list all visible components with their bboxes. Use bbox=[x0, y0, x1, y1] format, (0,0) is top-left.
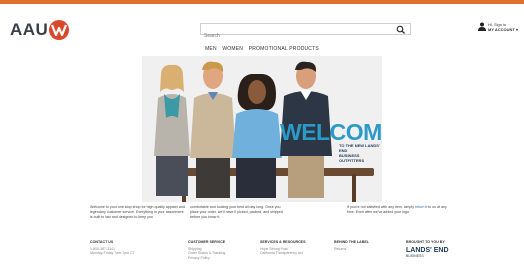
hero-banner[interactable]: WELCOME TO THE NEW LANDS' END BUSINESS O… bbox=[142, 56, 382, 202]
chevron-down-icon: ▾ bbox=[516, 27, 519, 32]
search-icon[interactable] bbox=[396, 25, 406, 34]
footer-heading: CUSTOMER SERVICE bbox=[188, 240, 226, 244]
logo-mark-icon bbox=[49, 20, 70, 40]
footer-customer-service: CUSTOMER SERVICE Shipping Order Status &… bbox=[188, 240, 225, 260]
hours-text: Monday-Friday 7am-7pm CT bbox=[90, 251, 135, 256]
footer-link-privacy[interactable]: Privacy Policy bbox=[188, 256, 225, 261]
account-menu[interactable]: Hi, Sign in MY ACCOUNT ▾ bbox=[478, 22, 518, 32]
footer-brought-by: BROUGHT TO YOU BY LANDS' END BUSINESS bbox=[406, 240, 449, 258]
lands-end-logo[interactable]: LANDS' END bbox=[406, 247, 449, 254]
search-box[interactable] bbox=[200, 23, 411, 41]
accent-top-bar bbox=[0, 0, 524, 4]
nav-item-women[interactable]: WOMEN bbox=[222, 46, 243, 52]
footer-behind-label: BEHIND THE LABEL Returns bbox=[334, 240, 369, 251]
aauw-logo[interactable]: AAU bbox=[10, 20, 70, 40]
bench-leg bbox=[352, 174, 356, 202]
footer-contact: CONTACT US 1-800-387-3341 Monday-Friday … bbox=[90, 240, 135, 256]
info-col-3: If you're not satisfied with any item, s… bbox=[347, 205, 447, 215]
info-col-2: comfortable and looking your best all da… bbox=[190, 205, 283, 220]
user-icon bbox=[478, 22, 486, 31]
lands-end-logo-sub: BUSINESS bbox=[406, 253, 424, 258]
nav-item-men[interactable]: MEN bbox=[205, 46, 217, 52]
hero-subline-2: BUSINESS OUTFITTERS bbox=[339, 153, 365, 163]
hero-subline: TO THE NEW LANDS' END BUSINESS OUTFITTER… bbox=[339, 143, 382, 163]
footer-heading: CONTACT US bbox=[90, 240, 114, 244]
logo-text: AAU bbox=[10, 20, 49, 39]
footer-link-california-act[interactable]: California Transparency Act bbox=[260, 251, 305, 256]
hero-headline: WELCOME bbox=[280, 119, 382, 145]
footer-heading: BROUGHT TO YOU BY bbox=[406, 240, 445, 244]
info-col-1: Welcome to your one stop shop for high q… bbox=[90, 205, 185, 220]
my-account-label[interactable]: MY ACCOUNT bbox=[488, 27, 515, 32]
main-nav: MEN WOMEN PROMOTIONAL PRODUCTS bbox=[0, 46, 524, 52]
footer-heading: SERVICES & RESOURCES bbox=[260, 240, 306, 244]
footer-heading: BEHIND THE LABEL bbox=[334, 240, 369, 244]
footer-link-returns[interactable]: Returns bbox=[334, 247, 369, 252]
search-input[interactable] bbox=[201, 31, 381, 41]
info-col-3-text: If you're not satisfied with any item, s… bbox=[347, 205, 414, 209]
hero-subline-1: TO THE NEW LANDS' END bbox=[339, 143, 380, 153]
nav-item-promotional-products[interactable]: PROMOTIONAL PRODUCTS bbox=[249, 46, 319, 52]
return-link[interactable]: return bbox=[415, 205, 424, 209]
footer-services: SERVICES & RESOURCES Hope Strong Post Ca… bbox=[260, 240, 305, 256]
footer: CONTACT US 1-800-387-3341 Monday-Friday … bbox=[90, 240, 490, 266]
